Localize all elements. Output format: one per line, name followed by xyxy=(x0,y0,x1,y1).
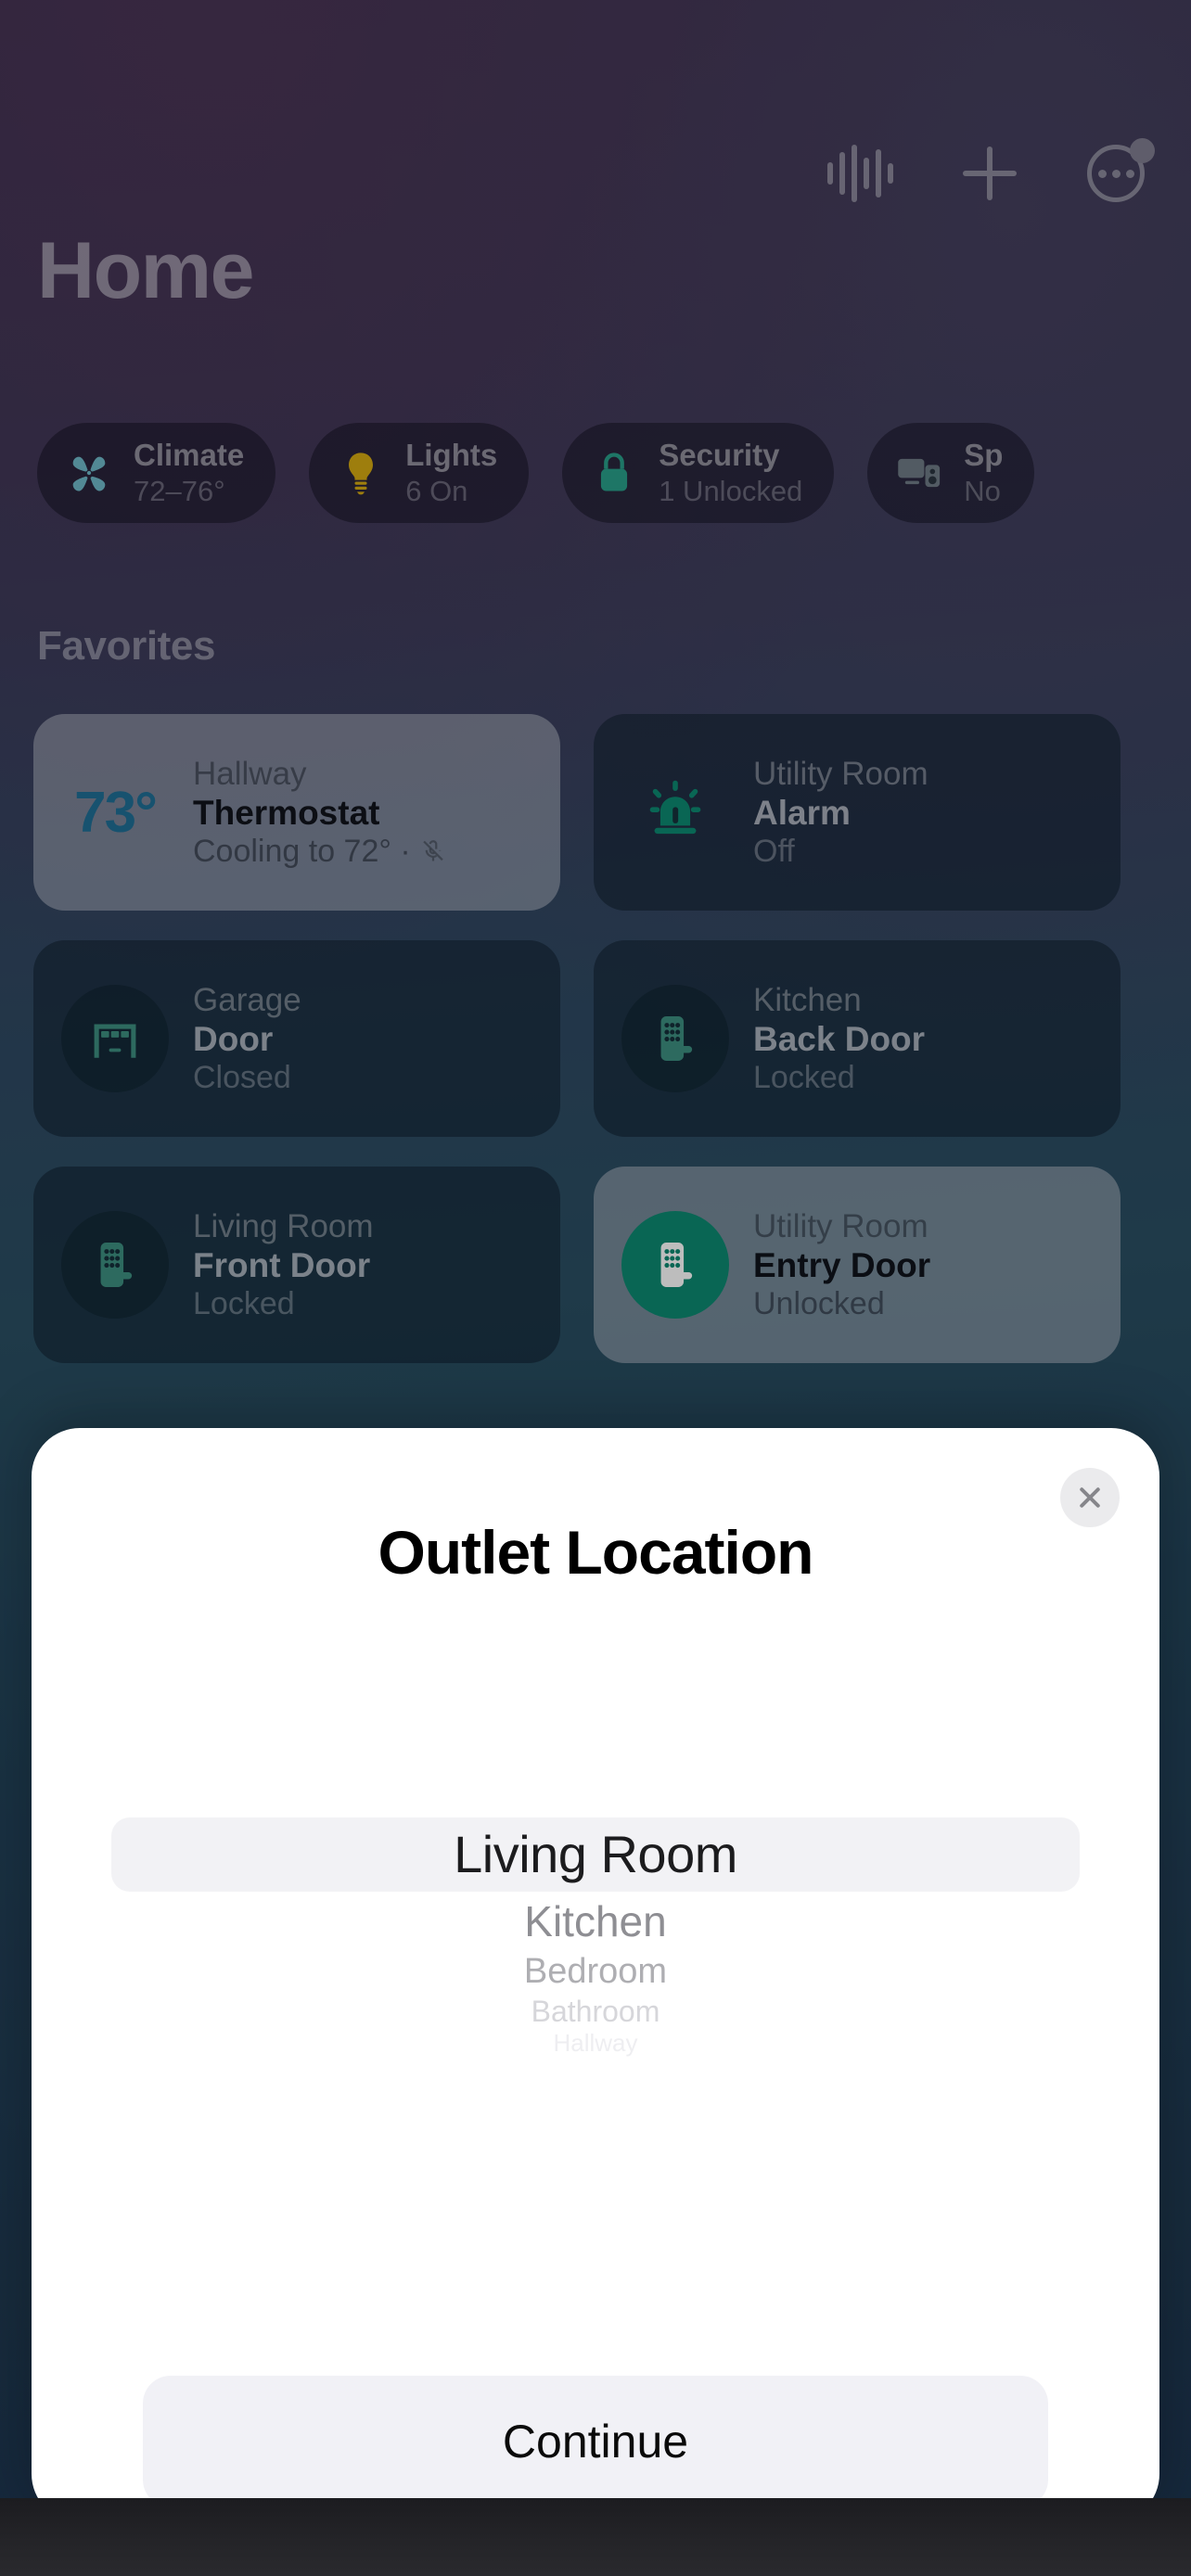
close-icon xyxy=(1080,1487,1100,1508)
picker-option[interactable]: Hallway xyxy=(32,2029,1159,2057)
location-picker[interactable]: Living Room Kitchen Bedroom Bathroom Hal… xyxy=(32,1817,1159,2207)
picker-option-selected[interactable]: Living Room xyxy=(32,1817,1159,1892)
picker-option[interactable]: Bathroom xyxy=(32,1994,1159,2029)
device-bottom-bar xyxy=(0,2498,1191,2576)
continue-button-label: Continue xyxy=(502,2416,689,2468)
continue-button[interactable]: Continue xyxy=(143,2376,1048,2507)
picker-option[interactable]: Bedroom xyxy=(32,1949,1159,1994)
outlet-location-modal: Outlet Location Living Room Kitchen Bedr… xyxy=(32,1428,1159,2522)
picker-option[interactable]: Kitchen xyxy=(32,1894,1159,1949)
modal-title: Outlet Location xyxy=(378,1518,814,1587)
